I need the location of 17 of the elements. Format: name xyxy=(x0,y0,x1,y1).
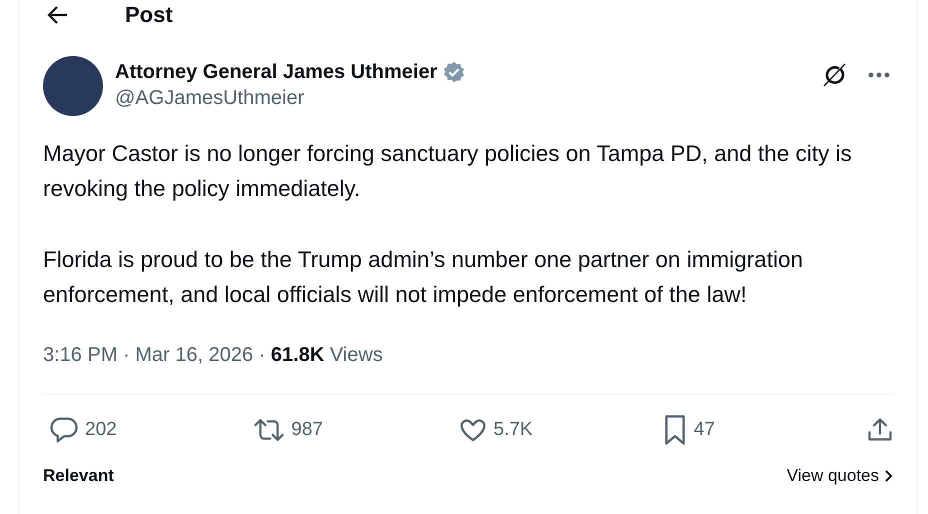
slashed-circle-icon[interactable] xyxy=(822,62,848,88)
repost-button[interactable]: 987 xyxy=(253,415,414,445)
reply-button[interactable]: 202 xyxy=(49,415,209,445)
chevron-icon xyxy=(885,470,893,482)
relevant-label: Relevant xyxy=(43,466,114,486)
author-handle[interactable]: @AGJamesUthmeier xyxy=(115,85,810,111)
post-paragraph: Florida is proud to be the Trump admin’s number one partner on immigration enforcement, and local officials will not impede enforcement of the law! xyxy=(43,246,804,309)
post-paragraph: Mayor Castor is no longer forcing sanctuary policies on Tampa PD, and the city is revoking the policy immediately. xyxy=(43,140,853,203)
author-name[interactable]: Attorney General James Uthmeier xyxy=(115,59,438,85)
back-arrow-icon[interactable] xyxy=(47,5,69,25)
more-dots-icon[interactable] xyxy=(868,72,890,78)
like-button[interactable]: 5.7K xyxy=(458,415,618,445)
post-timestamp: 3:16 PM · Mar 16, 2026 · 61.8K Views xyxy=(43,343,384,368)
page-title: Post xyxy=(125,2,173,28)
view-quotes-link[interactable]: View quotes xyxy=(786,466,893,486)
bookmark-button[interactable]: 47 xyxy=(662,414,822,446)
speech-bubble-icon xyxy=(49,415,79,445)
